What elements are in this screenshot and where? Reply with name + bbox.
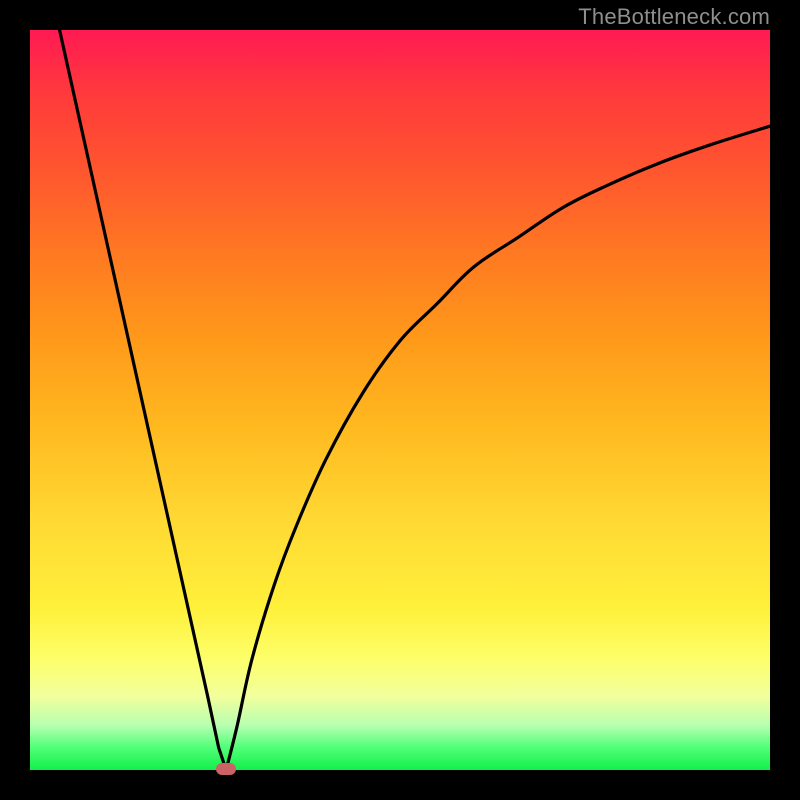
watermark-text: TheBottleneck.com bbox=[578, 4, 770, 30]
chart-frame: TheBottleneck.com bbox=[0, 0, 800, 800]
bottleneck-curve bbox=[60, 30, 770, 770]
optimum-marker bbox=[216, 763, 236, 775]
plot-area bbox=[30, 30, 770, 770]
curve-svg bbox=[30, 30, 770, 770]
